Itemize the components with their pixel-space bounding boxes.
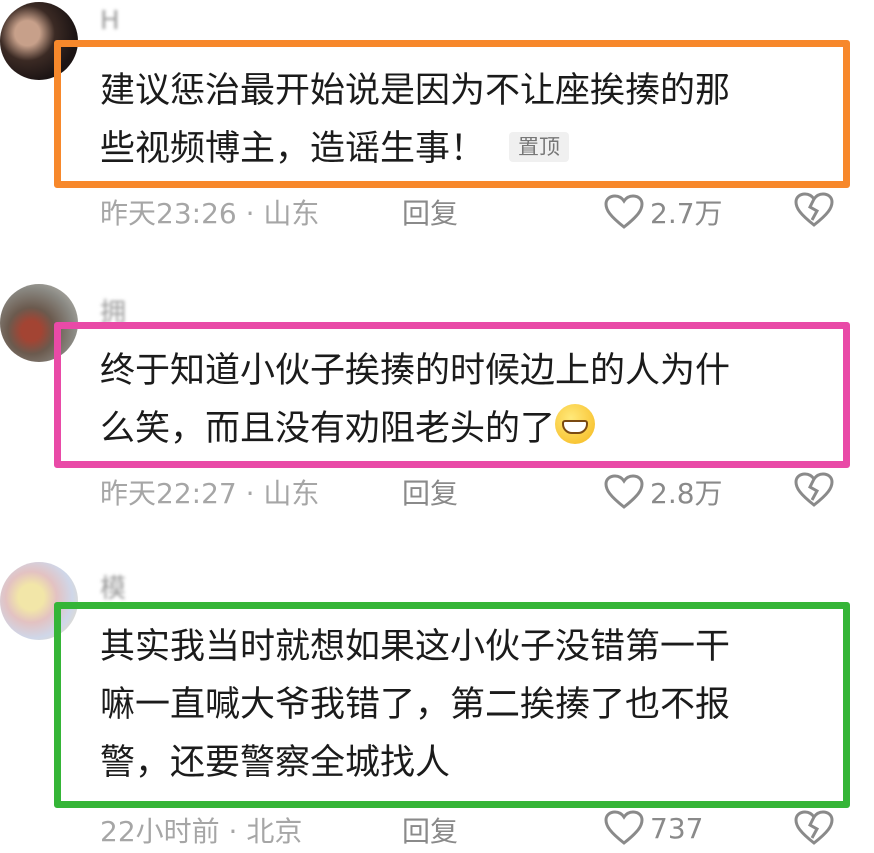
reply-button[interactable]: 回复 <box>402 472 458 512</box>
like-button[interactable]: 2.7万 <box>604 192 723 232</box>
heart-outline-icon <box>604 474 644 509</box>
like-button[interactable]: 2.8万 <box>604 472 723 512</box>
comment-timestamp: 昨天22:27 · 山东 <box>100 477 320 510</box>
like-count: 2.8万 <box>650 477 723 510</box>
broken-heart-icon <box>794 810 834 845</box>
broken-heart-icon <box>794 192 834 227</box>
comment-meta: 22小时前 · 北京 回复 737 <box>100 810 860 850</box>
comment-timestamp: 昨天23:26 · 山东 <box>100 197 320 230</box>
comment-item: H 建议惩治最开始说是因为不让座挨揍的那 些视频博主，造谣生事！ 置顶 昨天23:… <box>0 0 874 260</box>
comment-text: 其实我当时就想如果这小伙子没错第一干 嘛一直喊大爷我错了，第二挨揍了也不报 警，… <box>100 627 731 783</box>
grinning-face-emoji-icon <box>555 404 596 444</box>
comment-meta: 昨天22:27 · 山东 回复 2.8万 <box>100 472 860 512</box>
broken-heart-icon <box>794 472 834 507</box>
reply-button[interactable]: 回复 <box>402 192 458 232</box>
comment-item: 模 其实我当时就想如果这小伙子没错第一干 嘛一直喊大爷我错了，第二挨揍了也不报 … <box>0 556 874 848</box>
comment-timestamp: 22小时前 · 北京 <box>100 815 303 848</box>
comment-meta: 昨天23:26 · 山东 回复 2.7万 <box>100 192 860 232</box>
comment-text: 建议惩治最开始说是因为不让座挨揍的那 些视频博主，造谣生事！ 置顶 <box>100 71 731 169</box>
like-count: 737 <box>650 811 704 845</box>
username[interactable]: 模 <box>100 568 128 605</box>
heart-outline-icon <box>604 810 644 845</box>
like-button[interactable]: 737 <box>604 810 703 846</box>
comment-text: 终于知道小伙子挨揍的时候边上的人为什 么笑，而且没有劝阻老头的了 <box>100 351 731 449</box>
dislike-button[interactable] <box>794 810 834 853</box>
dislike-button[interactable] <box>794 192 834 235</box>
dislike-button[interactable] <box>794 472 834 515</box>
pinned-badge: 置顶 <box>509 132 570 162</box>
reply-button[interactable]: 回复 <box>402 810 458 850</box>
username[interactable]: H <box>100 6 122 36</box>
comment-item: 拥 终于知道小伙子挨揍的时候边上的人为什 么笑，而且没有劝阻老头的了 昨天22:… <box>0 280 874 540</box>
like-count: 2.7万 <box>650 197 723 230</box>
heart-outline-icon <box>604 194 644 229</box>
